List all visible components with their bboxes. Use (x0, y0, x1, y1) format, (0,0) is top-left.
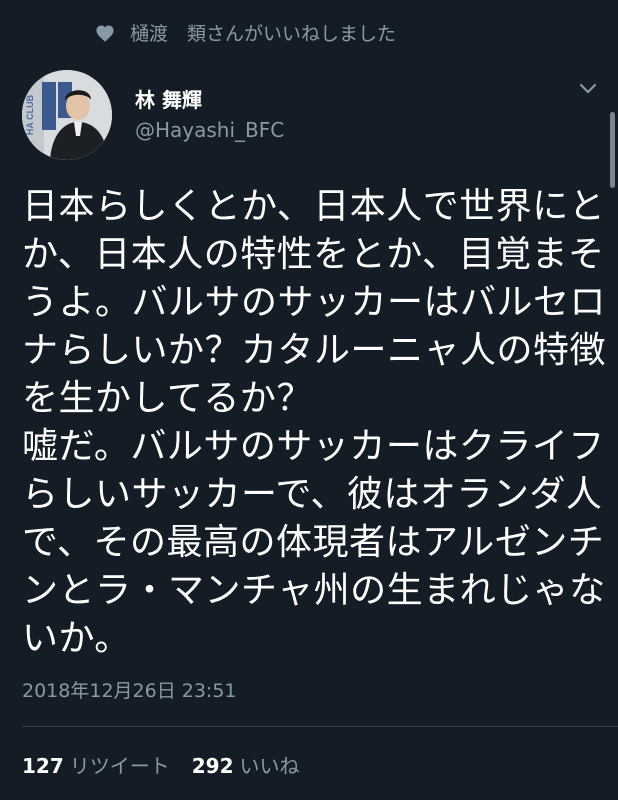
author-handle[interactable]: @Hayashi_BFC (135, 118, 284, 142)
avatar[interactable]: HA CLUB (22, 70, 112, 160)
retweets-label: リツイート (69, 754, 170, 778)
retweets-stat[interactable]: 127 リツイート (22, 750, 170, 779)
social-context[interactable]: 樋渡 類さんがいいねしました (95, 19, 396, 46)
avatar-text: HA CLUB (25, 94, 35, 135)
tweet-text: 日本らしくとか、日本人で世界にとか、日本人の特性をとか、目覚まそうよ。バルサのサ… (22, 186, 607, 659)
tweet-stats: 127 リツイート 292 いいね (22, 750, 322, 779)
heart-icon (96, 24, 114, 42)
chevron-down-icon[interactable] (578, 82, 598, 96)
likes-stat[interactable]: 292 いいね (192, 750, 300, 779)
divider (22, 726, 618, 727)
avatar-photo: HA CLUB (22, 70, 112, 160)
likes-count: 292 (191, 754, 234, 778)
retweets-count: 127 (22, 754, 64, 778)
tweet-timestamp[interactable]: 2018年12月26日 23:51 (22, 676, 237, 703)
likes-label: いいね (239, 754, 300, 778)
scrollbar[interactable] (610, 112, 615, 188)
author-name[interactable]: 林 舞輝 (135, 84, 202, 113)
social-context-text: 樋渡 類さんがいいねしました (130, 23, 397, 45)
